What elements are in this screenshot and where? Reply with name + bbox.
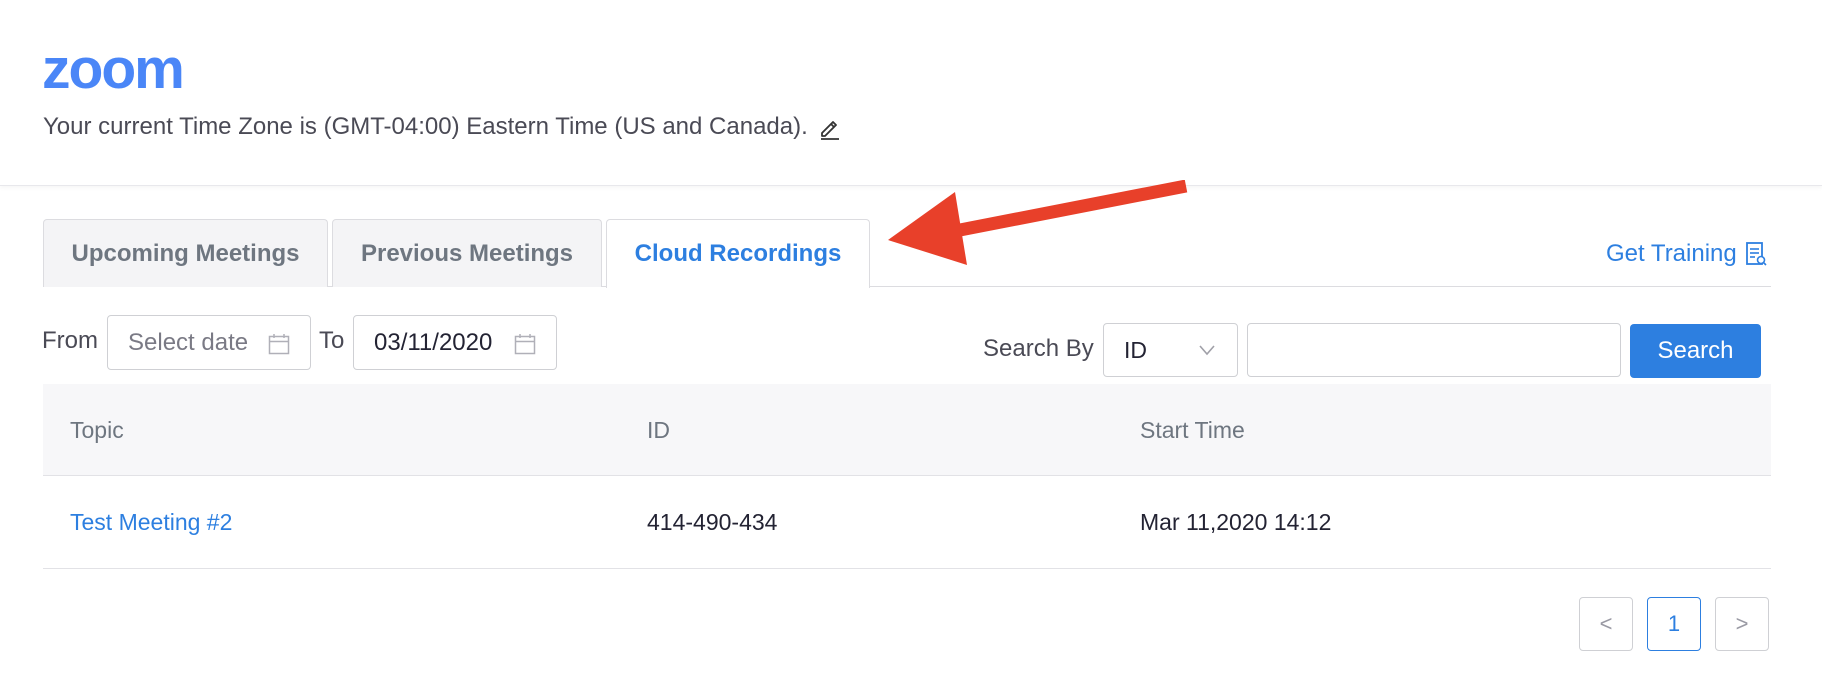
column-header-start-time: Start Time [1140, 417, 1245, 443]
pencil-icon[interactable] [818, 116, 842, 140]
search-button[interactable]: Search [1630, 324, 1761, 378]
recording-topic-link[interactable]: Test Meeting #2 [70, 508, 232, 536]
timezone-text: Your current Time Zone is (GMT-04:00) Ea… [43, 113, 808, 140]
start-time: Mar 11,2020 14:12 [1140, 509, 1332, 535]
to-date-picker[interactable]: 03/11/2020 [353, 315, 557, 370]
zoom-logo[interactable]: zoom [42, 41, 185, 98]
column-header-topic: Topic [70, 417, 124, 443]
to-label: To [319, 327, 345, 354]
table-header: Topic ID Start Time [43, 384, 1771, 476]
calendar-icon [268, 334, 290, 355]
table-row: Test Meeting #2 414-490-434 Mar 11,2020 … [43, 476, 1771, 569]
get-training-link[interactable]: Get Training [1606, 242, 1737, 266]
search-by-label: Search By [983, 335, 1094, 362]
from-date-placeholder: Select date [128, 328, 249, 356]
annotation-arrow [888, 180, 1188, 265]
pagination-page-1[interactable]: 1 [1647, 597, 1701, 651]
to-date-value: 03/11/2020 [374, 328, 493, 356]
from-label: From [42, 327, 98, 354]
meeting-id: 414-490-434 [647, 509, 778, 535]
chevron-down-icon [1199, 345, 1215, 356]
page-header: zoom Your current Time Zone is (GMT-04:0… [0, 0, 1822, 186]
search-input[interactable] [1247, 323, 1621, 377]
calendar-icon [514, 334, 536, 355]
tab-upcoming-meetings[interactable]: Upcoming Meetings [43, 219, 328, 287]
tab-previous-meetings[interactable]: Previous Meetings [332, 219, 602, 287]
column-header-id: ID [647, 417, 670, 443]
pagination-prev-button[interactable]: < [1579, 597, 1633, 651]
pagination-next-button[interactable]: > [1715, 597, 1769, 651]
tab-cloud-recordings[interactable]: Cloud Recordings [606, 219, 870, 288]
training-doc-icon[interactable] [1745, 241, 1767, 267]
from-date-picker[interactable]: Select date [107, 315, 311, 370]
search-by-select[interactable]: ID [1103, 323, 1238, 377]
search-by-value: ID [1124, 336, 1147, 363]
